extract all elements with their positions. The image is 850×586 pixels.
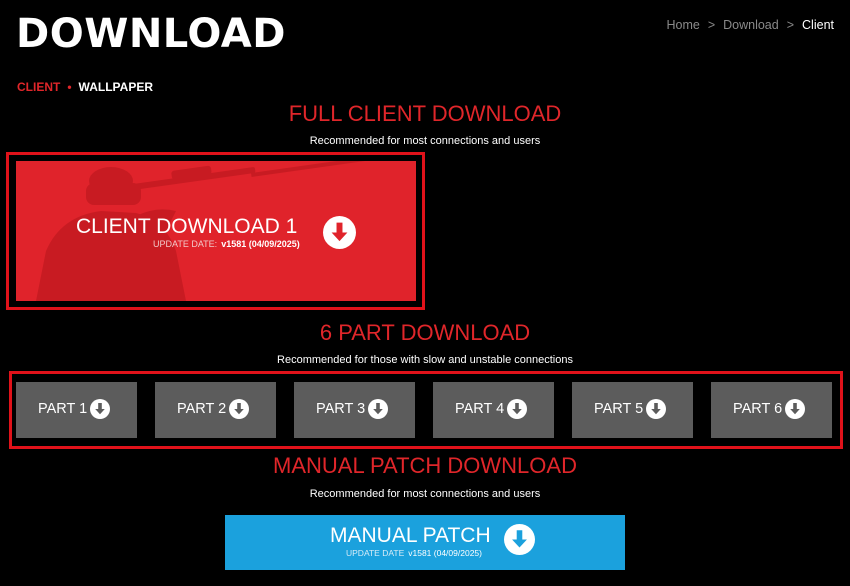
manual-patch-button[interactable]: MANUAL PATCH UPDATE DATE v1581 (04/09/202… — [225, 515, 625, 570]
part-4-button[interactable]: PART 4 — [433, 382, 554, 438]
part-label: PART 3 — [316, 401, 366, 417]
breadcrumb-current: Client — [802, 18, 834, 32]
part-label: PART 5 — [594, 401, 644, 417]
download-icon — [323, 216, 356, 249]
breadcrumb-separator: > — [707, 18, 716, 32]
part-label: PART 1 — [38, 401, 88, 417]
download-icon — [507, 399, 527, 419]
client-update-date-label: UPDATE DATE: — [153, 239, 218, 249]
six-part-title: 6 PART DOWNLOAD — [319, 320, 531, 345]
part-1-button[interactable]: PART 1 — [16, 382, 137, 438]
manual-patch-update-date: UPDATE DATE v1581 (04/09/2025) — [346, 548, 482, 558]
manual-patch-date-label: UPDATE DATE — [346, 548, 405, 558]
breadcrumb-download[interactable]: Download — [723, 18, 779, 32]
full-client-subtitle: Recommended for most connections and use… — [309, 135, 541, 147]
breadcrumb: Home > Download > Client — [666, 18, 834, 32]
part-label: PART 6 — [733, 401, 783, 417]
client-download-1-button[interactable]: CLIENT DOWNLOAD 1 UPDATE DATE: v1581 (04/… — [16, 161, 416, 301]
manual-patch-title: MANUAL PATCH DOWNLOAD — [273, 453, 577, 478]
download-icon — [368, 399, 388, 419]
client-update-date-value: v1581 (04/09/2025) — [221, 239, 300, 249]
full-client-title: FULL CLIENT DOWNLOAD — [288, 101, 562, 126]
download-icon — [504, 524, 535, 555]
breadcrumb-separator: > — [786, 18, 795, 32]
page-title: DOWNLOAD — [16, 11, 286, 57]
download-icon — [646, 399, 666, 419]
part-label: PART 2 — [177, 401, 227, 417]
download-icon — [229, 399, 249, 419]
part-6-button[interactable]: PART 6 — [711, 382, 832, 438]
breadcrumb-home[interactable]: Home — [666, 18, 699, 32]
part-2-button[interactable]: PART 2 — [155, 382, 276, 438]
part-3-button[interactable]: PART 3 — [294, 382, 415, 438]
subnav-dot: • — [67, 80, 72, 94]
part-5-button[interactable]: PART 5 — [572, 382, 693, 438]
manual-patch-date-value: v1581 (04/09/2025) — [408, 548, 482, 558]
six-part-subtitle: Recommended for those with slow and unst… — [277, 354, 573, 366]
manual-patch-subtitle: Recommended for most connections and use… — [309, 488, 541, 500]
part-label: PART 4 — [455, 401, 505, 417]
download-icon — [785, 399, 805, 419]
download-icon — [90, 399, 110, 419]
subnav-client[interactable]: CLIENT — [17, 80, 60, 94]
sub-navigation: CLIENT • WALLPAPER — [17, 80, 153, 94]
client-download-label: CLIENT DOWNLOAD 1 — [76, 215, 298, 238]
subnav-wallpaper[interactable]: WALLPAPER — [79, 80, 153, 94]
client-update-date: UPDATE DATE: v1581 (04/09/2025) — [153, 239, 300, 249]
manual-patch-label: MANUAL PATCH — [330, 524, 491, 547]
